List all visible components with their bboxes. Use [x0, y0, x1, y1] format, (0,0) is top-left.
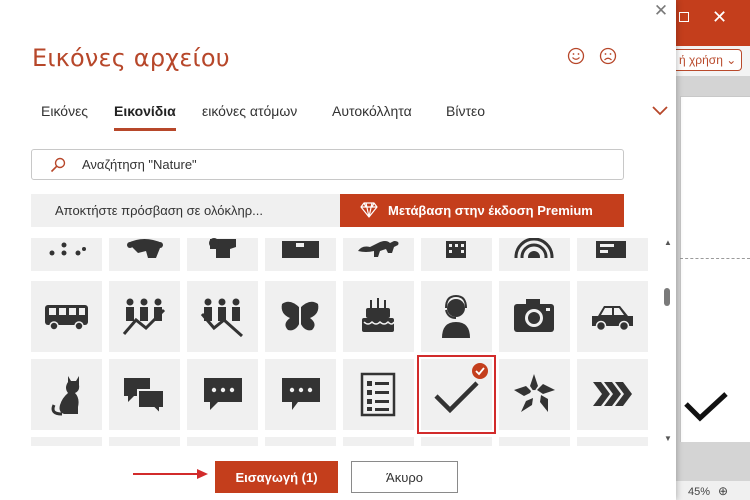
icon-tile[interactable] — [109, 281, 180, 352]
people-growth-icon — [122, 298, 166, 335]
icon-tile[interactable] — [499, 238, 570, 271]
icon-tile[interactable] — [265, 238, 336, 271]
slide-placeholder-guide — [680, 258, 750, 259]
tab-label: εικόνες ατόμων — [202, 103, 298, 119]
dots-pattern-icon — [49, 242, 86, 256]
smile-feedback-icon[interactable] — [567, 47, 585, 65]
selected-badge — [472, 363, 488, 379]
restore-window-icon[interactable] — [679, 12, 689, 22]
icon-tile[interactable] — [421, 281, 492, 352]
search-box — [31, 149, 624, 180]
checkmark-icon — [434, 381, 479, 414]
red-arrow-annotation-icon — [133, 469, 208, 479]
icon-tile[interactable] — [499, 281, 570, 352]
icon-tile[interactable] — [265, 437, 336, 446]
icon-tile[interactable] — [499, 437, 570, 446]
tab-videos[interactable]: Βίντεο — [446, 103, 485, 131]
frown-feedback-icon[interactable] — [599, 47, 617, 65]
tab-label: Εικονίδια — [114, 103, 176, 119]
icon-tile[interactable] — [577, 437, 648, 446]
camera-icon — [514, 299, 554, 332]
butterfly-icon — [281, 301, 319, 331]
premium-promo-bar: Αποκτήστε πρόσβαση σε ολόκληρ... Μετάβασ… — [31, 194, 624, 227]
usage-dropdown-button[interactable]: ή χρήση ⌄ — [676, 49, 742, 71]
comment-icon — [282, 378, 320, 410]
connections-head-icon — [127, 239, 163, 258]
icon-tile-selected[interactable] — [417, 355, 496, 434]
search-input[interactable] — [82, 150, 612, 179]
building-icon — [446, 241, 466, 258]
status-bar: 45% ⊕ — [676, 480, 750, 500]
tab-label: Εικόνες — [41, 103, 89, 119]
cash-register-icon — [596, 241, 626, 258]
scroll-down-icon[interactable]: ▼ — [664, 434, 672, 443]
tab-icons[interactable]: Εικονίδια — [114, 103, 176, 131]
icon-tile[interactable] — [577, 359, 648, 430]
icon-tile[interactable] — [31, 359, 102, 430]
icon-tile[interactable] — [187, 437, 258, 446]
chevron-down-icon[interactable] — [652, 104, 668, 118]
tab-images[interactable]: Εικόνες — [41, 103, 88, 131]
dialog-title: Εικόνες αρχείου — [32, 44, 230, 72]
icon-tile[interactable] — [343, 281, 414, 352]
icon-tile[interactable] — [577, 238, 648, 271]
premium-button-label: Μετάβαση στην έκδοση Premium — [388, 203, 593, 218]
icon-tile[interactable] — [265, 359, 336, 430]
icon-tile[interactable] — [577, 281, 648, 352]
cat-icon — [51, 376, 80, 416]
icon-grid — [31, 238, 652, 446]
check-badge-icon — [475, 367, 485, 376]
fit-to-window-icon[interactable]: ⊕ — [718, 484, 728, 498]
icon-tile[interactable] — [499, 359, 570, 430]
head-gears-icon — [209, 238, 236, 258]
people-decline-icon — [200, 298, 243, 338]
icon-tile[interactable] — [421, 238, 492, 271]
window-close-icon[interactable]: ✕ — [712, 8, 727, 26]
tab-label: Βίντεο — [446, 103, 486, 119]
dinosaur-icon — [358, 241, 399, 257]
icon-tile[interactable] — [31, 281, 102, 352]
folder-icon — [282, 241, 319, 258]
icon-tile[interactable] — [109, 359, 180, 430]
scroll-up-icon[interactable]: ▲ — [664, 238, 672, 247]
insert-button[interactable]: Εισαγωγή (1) — [215, 461, 338, 493]
chat-bubbles-icon — [124, 378, 165, 417]
speech-bubble-icon — [204, 378, 242, 410]
icon-tile[interactable] — [343, 238, 414, 271]
icon-tile[interactable] — [31, 437, 102, 446]
birthday-cake-icon — [362, 298, 395, 332]
promo-text: Αποκτήστε πρόσβαση σε ολόκληρ... — [55, 203, 263, 218]
icon-tile[interactable] — [343, 437, 414, 446]
search-icon — [50, 157, 66, 173]
chevrons-right-icon — [593, 382, 632, 406]
zoom-level: 45% — [688, 486, 711, 498]
scrollbar-thumb[interactable] — [664, 288, 670, 306]
icon-tile[interactable] — [343, 359, 414, 430]
diamond-icon — [360, 202, 378, 218]
icon-tile[interactable] — [109, 238, 180, 271]
icon-tile[interactable] — [187, 238, 258, 271]
car-icon — [592, 306, 633, 332]
usage-label: ή χρήση — [679, 53, 723, 67]
slide-checkmark-icon[interactable] — [684, 390, 728, 422]
stock-images-dialog: ✕ Εικόνες αρχείου Εικόνες Εικονίδια εικό… — [0, 0, 676, 500]
grid-scrollbar[interactable]: ▲ ▼ — [660, 238, 674, 448]
tab-stickers[interactable]: Αυτοκόλλητα — [332, 103, 412, 131]
icon-tile[interactable] — [31, 238, 102, 271]
customer-service-icon — [442, 294, 470, 338]
icon-tile[interactable] — [187, 281, 258, 352]
target-icon — [514, 238, 554, 258]
icon-tile[interactable] — [109, 437, 180, 446]
icon-tile[interactable] — [187, 359, 258, 430]
cancel-button[interactable]: Άκυρο — [351, 461, 458, 493]
bus-icon — [45, 305, 88, 331]
tab-label: Αυτοκόλλητα — [332, 103, 412, 119]
checklist-icon — [360, 372, 396, 417]
teamwork-hands-icon — [514, 374, 555, 412]
go-premium-button[interactable]: Μετάβαση στην έκδοση Premium — [340, 194, 624, 227]
icon-tile[interactable] — [265, 281, 336, 352]
dialog-close-icon[interactable]: ✕ — [652, 2, 670, 20]
icon-tile[interactable] — [421, 437, 492, 446]
tab-cutout-people[interactable]: εικόνες ατόμων — [202, 103, 297, 131]
